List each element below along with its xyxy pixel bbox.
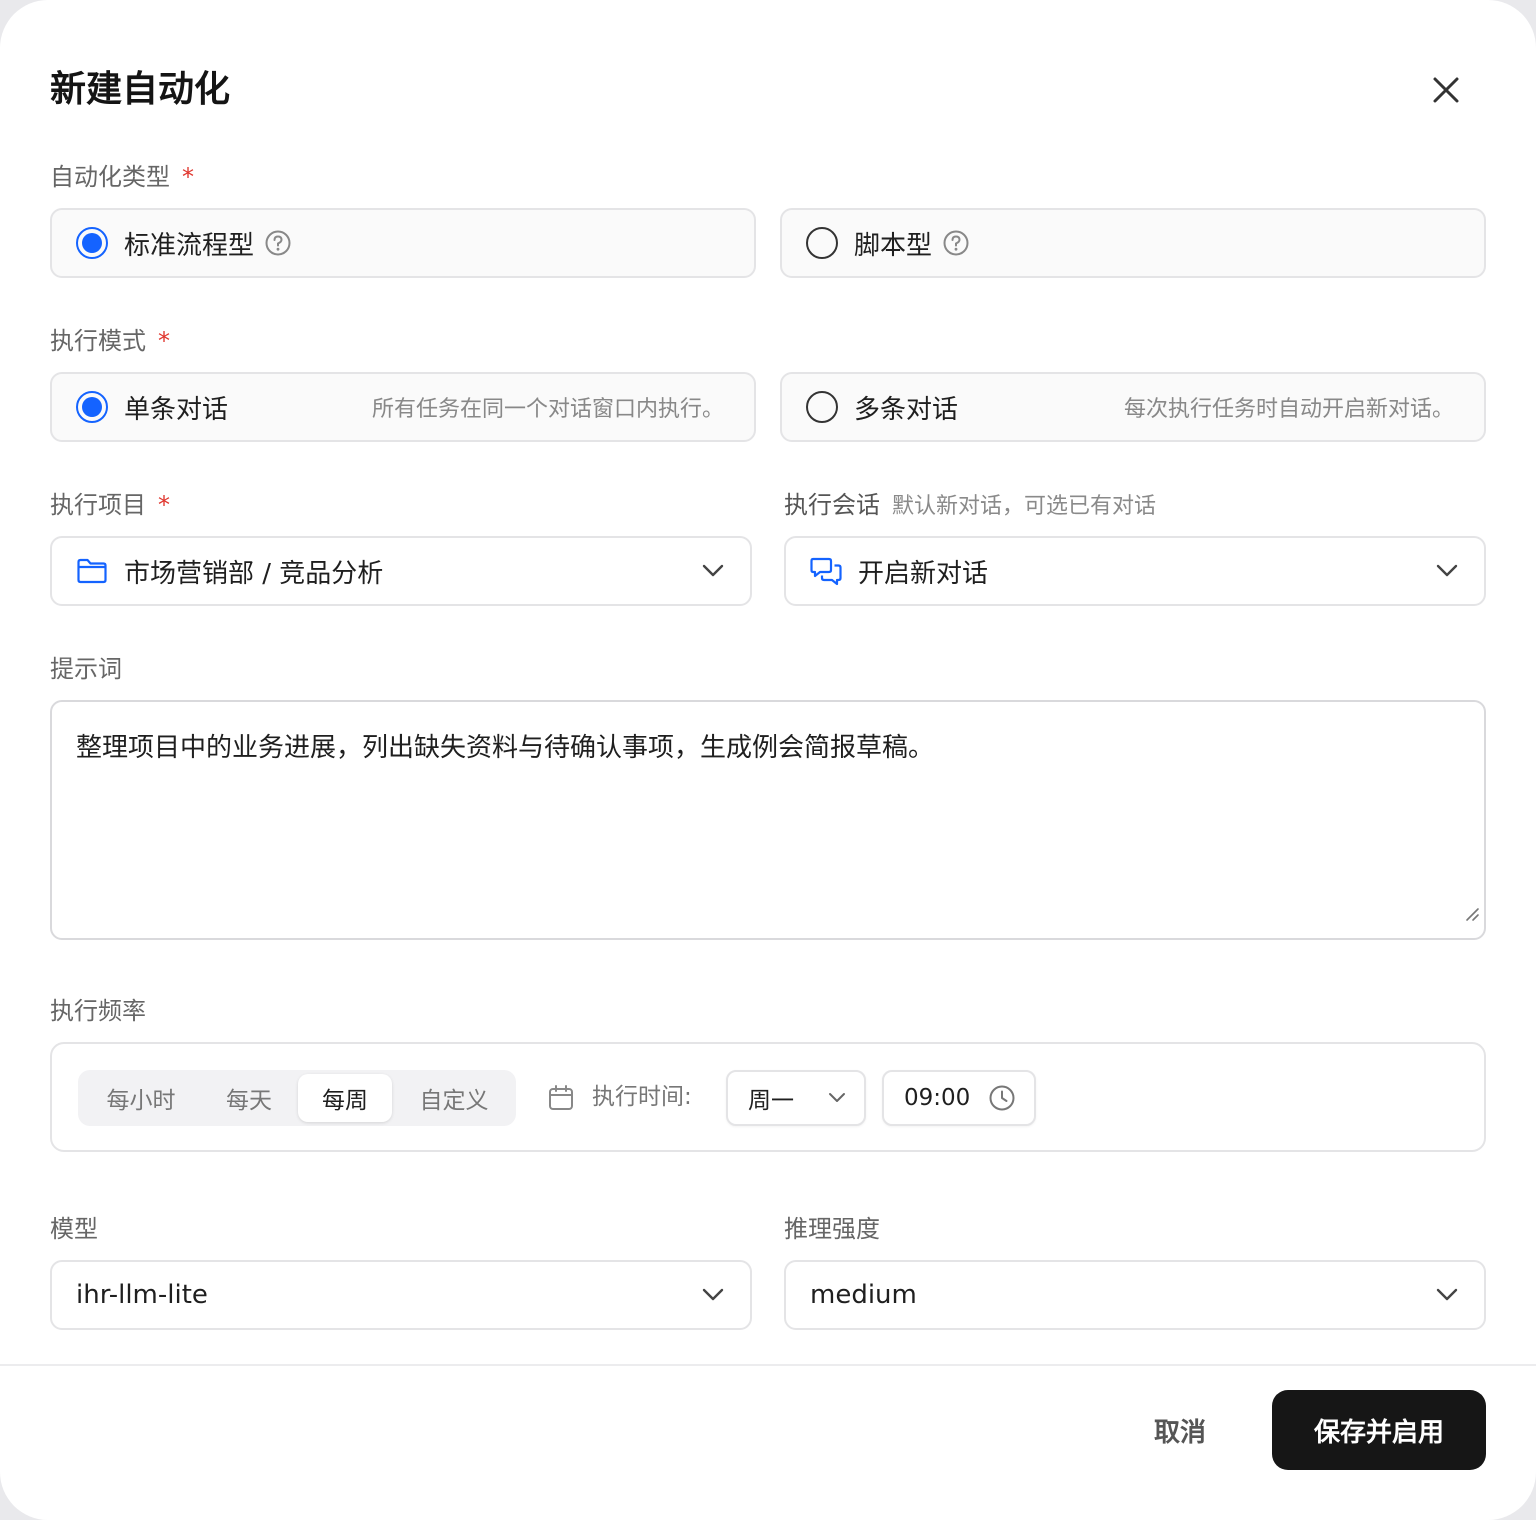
weekday-value: 周一 <box>748 1088 794 1114</box>
calendar-icon <box>548 1084 574 1112</box>
resize-handle-icon[interactable] <box>1464 894 1480 934</box>
project-label: 执行项目 * <box>50 491 170 519</box>
mode-option-desc: 每次执行任务时自动开启新对话。 <box>1123 397 1454 422</box>
required-mark: * <box>158 327 170 355</box>
chevron-down-icon <box>1436 564 1458 578</box>
mode-option-label: 多条对话 <box>854 394 959 425</box>
required-mark: * <box>158 491 170 519</box>
reasoning-label: 推理强度 <box>784 1215 880 1243</box>
prompt-text: 整理项目中的业务进展，列出缺失资料与待确认事项，生成例会简报草稿。 <box>76 733 935 763</box>
radio-unselected[interactable] <box>806 391 838 423</box>
prompt-label: 提示词 <box>50 655 122 683</box>
reasoning-value: medium <box>810 1280 917 1310</box>
footer-divider <box>0 1364 1536 1366</box>
frequency-label: 执行频率 <box>50 997 146 1025</box>
help-circle-icon[interactable] <box>264 229 292 257</box>
exec-time-label: 执行时间: <box>592 1084 692 1110</box>
tab-custom[interactable]: 自定义 <box>398 1074 510 1122</box>
model-select[interactable]: ihr-llm-lite <box>50 1260 752 1330</box>
clock-icon <box>988 1084 1016 1112</box>
type-option-script[interactable]: 脚本型 <box>780 208 1486 278</box>
session-hint: 默认新对话，可选已有对话 <box>892 494 1157 519</box>
model-value: ihr-llm-lite <box>76 1280 208 1310</box>
model-label: 模型 <box>50 1215 98 1243</box>
radio-selected[interactable] <box>76 391 108 423</box>
type-option-label: 脚本型 <box>854 230 933 261</box>
type-option-label: 标准流程型 <box>124 230 255 261</box>
time-value: 09:00 <box>904 1085 971 1111</box>
tab-daily[interactable]: 每天 <box>202 1074 296 1122</box>
type-option-standard[interactable]: 标准流程型 <box>50 208 756 278</box>
save-and-enable-button[interactable]: 保存并启用 <box>1272 1390 1486 1470</box>
cancel-button[interactable]: 取消 <box>1130 1404 1230 1456</box>
mode-option-label: 单条对话 <box>124 394 229 425</box>
close-icon <box>1433 77 1459 103</box>
project-select[interactable]: 市场营销部 / 竞品分析 <box>50 536 752 606</box>
radio-unselected[interactable] <box>806 227 838 259</box>
close-button[interactable] <box>1422 66 1470 114</box>
dialog-title: 新建自动化 <box>50 69 231 110</box>
frequency-segmented-control: 每小时 每天 每周 自定义 <box>78 1070 516 1126</box>
session-label: 执行会话 默认新对话，可选已有对话 <box>784 491 1157 519</box>
radio-selected[interactable] <box>76 227 108 259</box>
session-value: 开启新对话 <box>858 558 989 589</box>
chevron-down-icon <box>702 1288 724 1302</box>
folder-icon <box>76 557 108 585</box>
new-automation-dialog: 新建自动化 自动化类型 * 标准流程型 脚本型 执行模式 * 单条对话 所有任务在同… <box>0 0 1536 1520</box>
prompt-textarea[interactable]: 整理项目中的业务进展，列出缺失资料与待确认事项，生成例会简报草稿。 <box>50 700 1486 940</box>
frequency-panel: 每小时 每天 每周 自定义 执行时间: 周一 09:00 <box>50 1042 1486 1152</box>
chat-icon <box>810 555 842 587</box>
chevron-down-icon <box>702 564 724 578</box>
session-select[interactable]: 开启新对话 <box>784 536 1486 606</box>
required-mark: * <box>182 163 194 191</box>
chevron-down-icon <box>828 1092 846 1104</box>
chevron-down-icon <box>1436 1288 1458 1302</box>
time-picker[interactable]: 09:00 <box>882 1070 1036 1126</box>
project-value: 市场营销部 / 竞品分析 <box>124 558 384 589</box>
mode-option-single[interactable]: 单条对话 所有任务在同一个对话窗口内执行。 <box>50 372 756 442</box>
automation-type-label: 自动化类型 * <box>50 163 194 191</box>
tab-hourly[interactable]: 每小时 <box>86 1074 196 1122</box>
tab-weekly[interactable]: 每周 <box>298 1074 392 1122</box>
help-circle-icon[interactable] <box>942 229 970 257</box>
mode-option-multi[interactable]: 多条对话 每次执行任务时自动开启新对话。 <box>780 372 1486 442</box>
reasoning-select[interactable]: medium <box>784 1260 1486 1330</box>
mode-option-desc: 所有任务在同一个对话窗口内执行。 <box>371 397 724 422</box>
exec-mode-label: 执行模式 * <box>50 327 170 355</box>
weekday-select[interactable]: 周一 <box>726 1070 866 1126</box>
